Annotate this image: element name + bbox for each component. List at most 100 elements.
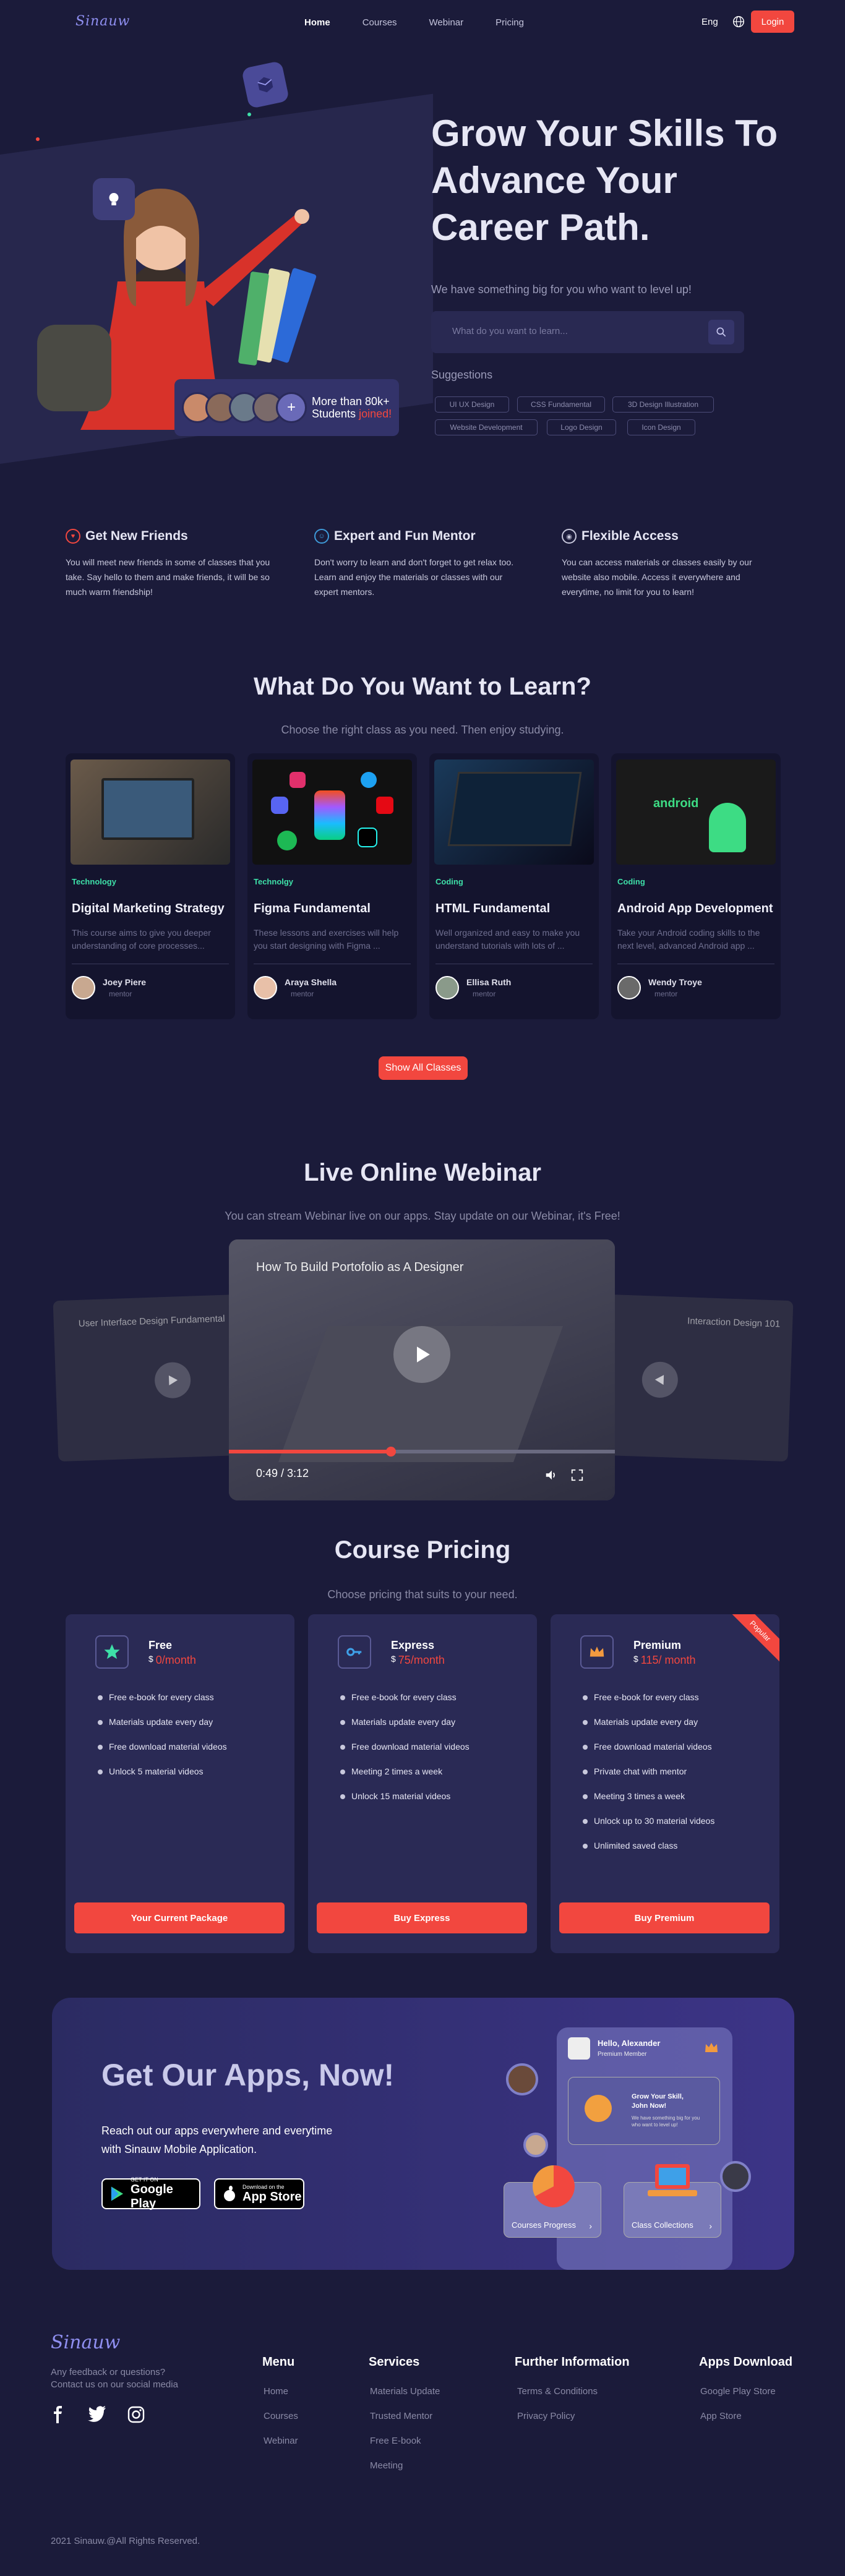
suggestions-title: Suggestions <box>431 369 493 381</box>
course-card[interactable]: Technology Digital Marketing Strategy Th… <box>66 753 235 1019</box>
apps-title: Get Our Apps, Now! <box>101 2058 395 2092</box>
students-text: More than 80k+ Students joined! <box>312 395 392 420</box>
plan-feature: Free download material videos <box>583 1742 712 1752</box>
course-thumbnail-apps <box>252 760 412 865</box>
feature-expert-mentor: ☺ Expert and Fun Mentor Don't worry to le… <box>314 529 514 597</box>
footer-link[interactable]: Trusted Mentor <box>370 2411 432 2421</box>
nav-webinar[interactable]: Webinar <box>429 17 464 28</box>
video-progress-bar[interactable] <box>229 1447 615 1457</box>
top-nav: Sinauw Home Courses Webinar Pricing Eng … <box>0 0 845 45</box>
nav-pricing[interactable]: Pricing <box>495 17 524 28</box>
footer-link[interactable]: Materials Update <box>370 2386 440 2397</box>
webinar-video-main[interactable]: How To Build Portofolio as A Designer 0:… <box>229 1239 615 1500</box>
plan-feature: Free download material videos <box>98 1742 227 1752</box>
copyright: 2021 Sinauw.@All Rights Reserved. <box>51 2536 200 2546</box>
learn-section-title: What Do You Want to Learn? <box>254 673 591 700</box>
suggestion-chip[interactable]: Website Development <box>435 419 538 435</box>
volume-icon[interactable] <box>544 1468 558 1482</box>
instagram-icon[interactable] <box>127 2406 145 2423</box>
video-title: How To Build Portofolio as A Designer <box>256 1260 464 1274</box>
play-icon[interactable] <box>154 1361 192 1399</box>
footer-link[interactable]: Privacy Policy <box>517 2411 575 2421</box>
plan-feature: Materials update every day <box>583 1717 698 1727</box>
suggestion-chip[interactable]: Icon Design <box>627 419 695 435</box>
course-card[interactable]: Technolgy Figma Fundamental These lesson… <box>247 753 417 1019</box>
facebook-icon[interactable] <box>51 2406 64 2423</box>
current-package-button[interactable]: Your Current Package <box>74 1902 285 1933</box>
buy-express-button[interactable]: Buy Express <box>317 1902 527 1933</box>
fullscreen-icon[interactable] <box>570 1468 584 1482</box>
course-card[interactable]: Coding HTML Fundamental Well organized a… <box>429 753 599 1019</box>
get-apps-banner: Get Our Apps, Now! Reach out our apps ev… <box>52 1998 794 2270</box>
footer-link[interactable]: Webinar <box>264 2436 298 2446</box>
nav-courses[interactable]: Courses <box>362 17 397 28</box>
plus-icon[interactable]: + <box>276 392 307 423</box>
globe-icon[interactable] <box>732 15 745 28</box>
crown-icon <box>580 1635 614 1669</box>
suggestion-chip[interactable]: CSS Fundamental <box>517 396 605 413</box>
show-all-classes-button[interactable]: Show All Classes <box>379 1056 468 1080</box>
buy-premium-button[interactable]: Buy Premium <box>559 1902 770 1933</box>
course-title[interactable]: Digital Marketing Strategy <box>72 902 225 916</box>
language-label[interactable]: Eng <box>701 17 718 27</box>
apps-subtitle: Reach out our apps everywhere and everyt… <box>101 2125 333 2155</box>
logo[interactable]: Sinauw <box>75 14 130 29</box>
course-card[interactable]: android Coding Android App Development T… <box>611 753 781 1019</box>
nav-links: Home Courses Webinar Pricing <box>304 17 556 28</box>
chevron-right-icon: › <box>709 2221 712 2231</box>
plan-feature: Free e-book for every class <box>340 1692 457 1702</box>
search-input[interactable]: What do you want to learn... <box>452 326 568 336</box>
webinar-video-left[interactable]: User Interface Design Fundamental <box>53 1294 244 1462</box>
course-title[interactable]: HTML Fundamental <box>435 902 550 916</box>
plan-name: Premium <box>633 1639 682 1651</box>
google-play-button[interactable]: GET IT ON Google Play <box>101 2176 200 2210</box>
footer-col-services-title: Services <box>369 2355 420 2369</box>
mentor-role: mentor <box>473 990 496 998</box>
suggestion-chip[interactable]: Logo Design <box>547 419 616 435</box>
mentor-avatar <box>254 976 277 999</box>
mentor-avatar <box>435 976 459 999</box>
footer-link[interactable]: Free E-book <box>370 2436 421 2446</box>
play-icon[interactable] <box>393 1326 450 1383</box>
class-collections-card[interactable]: Class Collections › <box>624 2164 721 2238</box>
footer-tagline: Any feedback or questions? Contact us on … <box>51 2367 178 2390</box>
course-tag: Coding <box>435 877 463 886</box>
search-icon <box>716 327 726 337</box>
play-icon[interactable] <box>641 1361 679 1398</box>
nav-home[interactable]: Home <box>304 17 330 28</box>
footer-link[interactable]: Courses <box>264 2411 298 2421</box>
footer-link[interactable]: Terms & Conditions <box>517 2386 598 2397</box>
footer-col-info-title: Further Information <box>515 2355 630 2369</box>
pricing-section-title: Course Pricing <box>334 1536 511 1564</box>
course-title[interactable]: Figma Fundamental <box>254 902 371 916</box>
webinar-video-right[interactable]: Interaction Design 101 <box>602 1294 794 1462</box>
footer-link[interactable]: App Store <box>700 2411 742 2421</box>
footer-col-apps-title: Apps Download <box>699 2355 793 2369</box>
star-icon <box>95 1635 129 1669</box>
twitter-icon[interactable] <box>88 2406 106 2422</box>
webinar-section-title: Live Online Webinar <box>304 1159 541 1186</box>
search-bar[interactable]: What do you want to learn... <box>431 311 744 353</box>
suggestion-chip[interactable]: UI UX Design <box>435 396 509 413</box>
plan-feature: Materials update every day <box>98 1717 213 1727</box>
footer-link[interactable]: Google Play Store <box>700 2386 776 2397</box>
google-play-icon <box>111 2186 124 2201</box>
plan-feature: Materials update every day <box>340 1717 455 1727</box>
courses-progress-card[interactable]: Courses Progress › <box>504 2165 601 2238</box>
phone-promo-card: Grow Your Skill, John Now! We have somet… <box>568 2077 720 2145</box>
footer-link[interactable]: Home <box>264 2386 288 2397</box>
suggestion-chip[interactable]: 3D Design Illustration <box>612 396 714 413</box>
footer-link[interactable]: Meeting <box>370 2460 403 2471</box>
video-progress-knob[interactable] <box>386 1447 397 1457</box>
course-tag: Coding <box>617 877 645 886</box>
heart-icon: ♥ <box>66 529 80 544</box>
course-title[interactable]: Android App Development <box>617 902 773 916</box>
login-button[interactable]: Login <box>751 11 794 33</box>
app-store-button[interactable]: Download on the App Store <box>214 2178 304 2209</box>
footer-logo[interactable]: Sinauw <box>51 2332 120 2353</box>
search-button[interactable] <box>708 320 734 344</box>
course-description: These lessons and exercises will help you… <box>254 928 399 951</box>
plan-name: Free <box>148 1639 173 1651</box>
laptop-icon <box>648 2164 697 2196</box>
class-collections-label: Class Collections <box>632 2220 693 2230</box>
